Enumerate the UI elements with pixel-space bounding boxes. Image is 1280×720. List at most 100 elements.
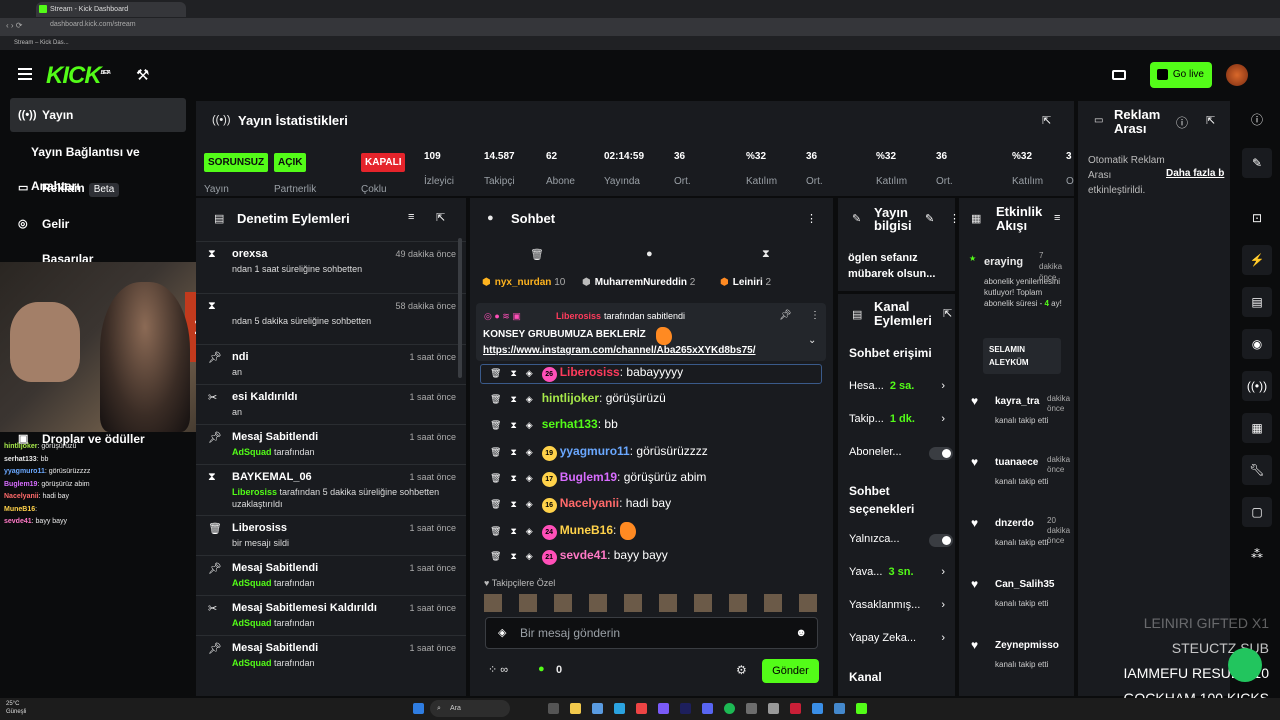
kick-logo[interactable]: KICKBETA xyxy=(46,62,111,90)
kick-taskbar-icon[interactable] xyxy=(856,703,867,714)
info-icon[interactable]: ⓘ xyxy=(1176,114,1188,131)
app-icon[interactable] xyxy=(636,703,647,714)
back-icon[interactable]: ‹ › ⟳ xyxy=(6,21,22,30)
hammer-icon[interactable]: ⚒ xyxy=(136,66,149,84)
opera-icon[interactable] xyxy=(790,703,801,714)
store-icon[interactable] xyxy=(592,703,603,714)
leaderboard-entry[interactable]: ⬢ Leiniri 2 xyxy=(720,273,771,293)
more-icon[interactable]: ⋮ xyxy=(806,212,817,225)
log-user[interactable]: AdSquad xyxy=(232,578,272,588)
channel-setting-row[interactable]: Aboneler... xyxy=(849,446,953,460)
channel-setting-row[interactable]: Yapay Zeka... › xyxy=(849,632,949,644)
pinned-link[interactable]: https://www.instagram.com/channel/Aba265… xyxy=(483,345,756,356)
sidebar-item-reklam[interactable]: ▭ Reklam Beta xyxy=(10,171,186,205)
popout-icon[interactable]: ⇱ xyxy=(436,211,445,224)
windows-icon[interactable] xyxy=(413,703,424,714)
trash-icon[interactable]: 🗑︎ xyxy=(530,248,544,261)
taskbar-search[interactable]: ⌕ Ara xyxy=(430,700,510,717)
apps-icon[interactable]: ⁂ xyxy=(1242,539,1272,569)
gear-icon[interactable]: ⚙ xyxy=(736,663,747,677)
timeout-icon[interactable]: ⧗ xyxy=(510,447,516,457)
hourglass-icon[interactable]: ⧗ xyxy=(762,248,770,261)
event-user[interactable]: Can_Salih35 xyxy=(995,579,1054,590)
app-icon[interactable] xyxy=(768,703,779,714)
filter-icon[interactable]: ≡ xyxy=(408,211,414,223)
chevron-down-icon[interactable]: ⌄ xyxy=(808,335,816,346)
weather-widget[interactable]: 25°C Güneşli xyxy=(6,700,26,716)
app-icon[interactable] xyxy=(746,703,757,714)
dashboard-icon[interactable]: ▦ xyxy=(1242,413,1272,443)
delete-icon[interactable]: 🗑︎ xyxy=(490,447,501,457)
log-user[interactable]: AdSquad xyxy=(232,447,272,457)
capture-icon[interactable]: ⊡ xyxy=(1242,203,1272,233)
emoji-icon[interactable]: ☻ xyxy=(795,618,807,648)
delete-icon[interactable]: 🗑︎ xyxy=(490,473,501,483)
channel-setting-row[interactable]: Yava... 3 sn. › xyxy=(849,566,949,578)
leaderboard-entry[interactable]: ⬢ nyx_nurdan 10 xyxy=(482,273,565,293)
chat-bubble-icon[interactable]: ● xyxy=(646,248,653,260)
chat-username[interactable]: serhat133 xyxy=(542,417,598,431)
sidebar-item-yayin[interactable]: ((•)) Yayın xyxy=(10,98,186,132)
spotify-icon[interactable] xyxy=(724,703,735,714)
delete-icon[interactable]: 🗑︎ xyxy=(490,420,501,430)
filter-icon[interactable]: ≡ xyxy=(1054,212,1060,224)
log-user[interactable]: AdSquad xyxy=(232,658,272,668)
channel-setting-row[interactable]: Yasaklanmış... › xyxy=(849,599,949,611)
bolt-icon[interactable]: ⚡ xyxy=(1242,245,1272,275)
info-icon[interactable]: ⓘ xyxy=(1242,105,1272,135)
chat-username[interactable]: hintlijoker xyxy=(542,391,599,405)
event-user[interactable]: eraying xyxy=(984,256,1023,268)
chat-username[interactable]: MuneB16 xyxy=(560,523,613,537)
emote-row[interactable] xyxy=(484,594,820,612)
document-icon[interactable]: ▤ xyxy=(1242,287,1272,317)
timeout-icon[interactable]: ⧗ xyxy=(510,551,516,561)
delete-icon[interactable]: 🗑︎ xyxy=(490,368,501,378)
avatar[interactable] xyxy=(1226,64,1248,86)
chat-username[interactable]: yyagmuro11 xyxy=(560,444,630,458)
timeout-icon[interactable]: ⧗ xyxy=(510,473,516,483)
leaderboard-entry[interactable]: ⬢ MuharremNureddin 2 xyxy=(582,273,695,293)
file-explorer-icon[interactable] xyxy=(570,703,581,714)
pinned-by-user[interactable]: Liberosiss xyxy=(556,311,601,321)
wrench-icon[interactable]: 🔧︎ xyxy=(1242,455,1272,485)
toggle-switch[interactable] xyxy=(929,534,953,547)
delete-icon[interactable]: 🗑︎ xyxy=(490,394,501,404)
event-user[interactable]: dnzerdo xyxy=(995,518,1034,529)
app-icon[interactable] xyxy=(834,703,845,714)
pin-icon[interactable]: 📌︎ xyxy=(779,310,792,321)
chat-username[interactable]: Buglem19 xyxy=(560,470,617,484)
event-user[interactable]: Zeynepmisso xyxy=(995,640,1059,651)
delete-icon[interactable]: 🗑︎ xyxy=(490,526,501,536)
channel-setting-row[interactable]: Hesa... 2 sa. › xyxy=(849,380,949,392)
send-button[interactable]: Gönder xyxy=(762,659,819,683)
sidebar-item-droplar[interactable]: ▣ Droplar ve ödüller xyxy=(10,424,186,454)
app-icon[interactable] xyxy=(658,703,669,714)
event-user[interactable]: kayra_tra xyxy=(995,396,1039,407)
chat-username[interactable]: Liberosiss xyxy=(560,365,620,379)
delete-icon[interactable]: 🗑︎ xyxy=(490,551,501,561)
broadcast-icon[interactable]: ((•)) xyxy=(1242,371,1272,401)
go-live-button[interactable]: Go live xyxy=(1150,62,1212,88)
scrollbar[interactable] xyxy=(458,238,462,378)
timeout-icon[interactable]: ⧗ xyxy=(510,368,516,378)
url-text[interactable]: dashboard.kick.com/stream xyxy=(50,21,136,28)
event-user[interactable]: tuanaece xyxy=(995,457,1038,468)
popout-icon[interactable]: ⇱ xyxy=(943,307,952,320)
edit-icon[interactable]: ✎ xyxy=(925,212,934,225)
menu-icon[interactable] xyxy=(18,68,32,80)
address-bar[interactable]: ‹ › ⟳ dashboard.kick.com/stream xyxy=(0,18,1280,36)
edge-icon[interactable] xyxy=(614,703,625,714)
more-icon[interactable]: ⋮ xyxy=(810,310,820,321)
premiere-icon[interactable] xyxy=(680,703,691,714)
pending-icon[interactable]: ⁘ ∞ xyxy=(488,663,508,676)
task-view-icon[interactable] xyxy=(548,703,559,714)
toggle-switch[interactable] xyxy=(929,447,953,460)
chat-username[interactable]: sevde41 xyxy=(560,548,607,562)
app-icon[interactable] xyxy=(812,703,823,714)
clip-icon[interactable] xyxy=(1112,70,1126,80)
sidebar-item-stream-key[interactable]: Yayın Bağlantısı ve Anahtarı xyxy=(10,135,186,193)
log-user[interactable]: AdSquad xyxy=(232,618,272,628)
bookmark-item[interactable]: Stream – Kick Das... xyxy=(14,40,69,46)
log-user[interactable]: Liberosiss xyxy=(232,487,277,497)
timeout-icon[interactable]: ⧗ xyxy=(510,420,516,430)
